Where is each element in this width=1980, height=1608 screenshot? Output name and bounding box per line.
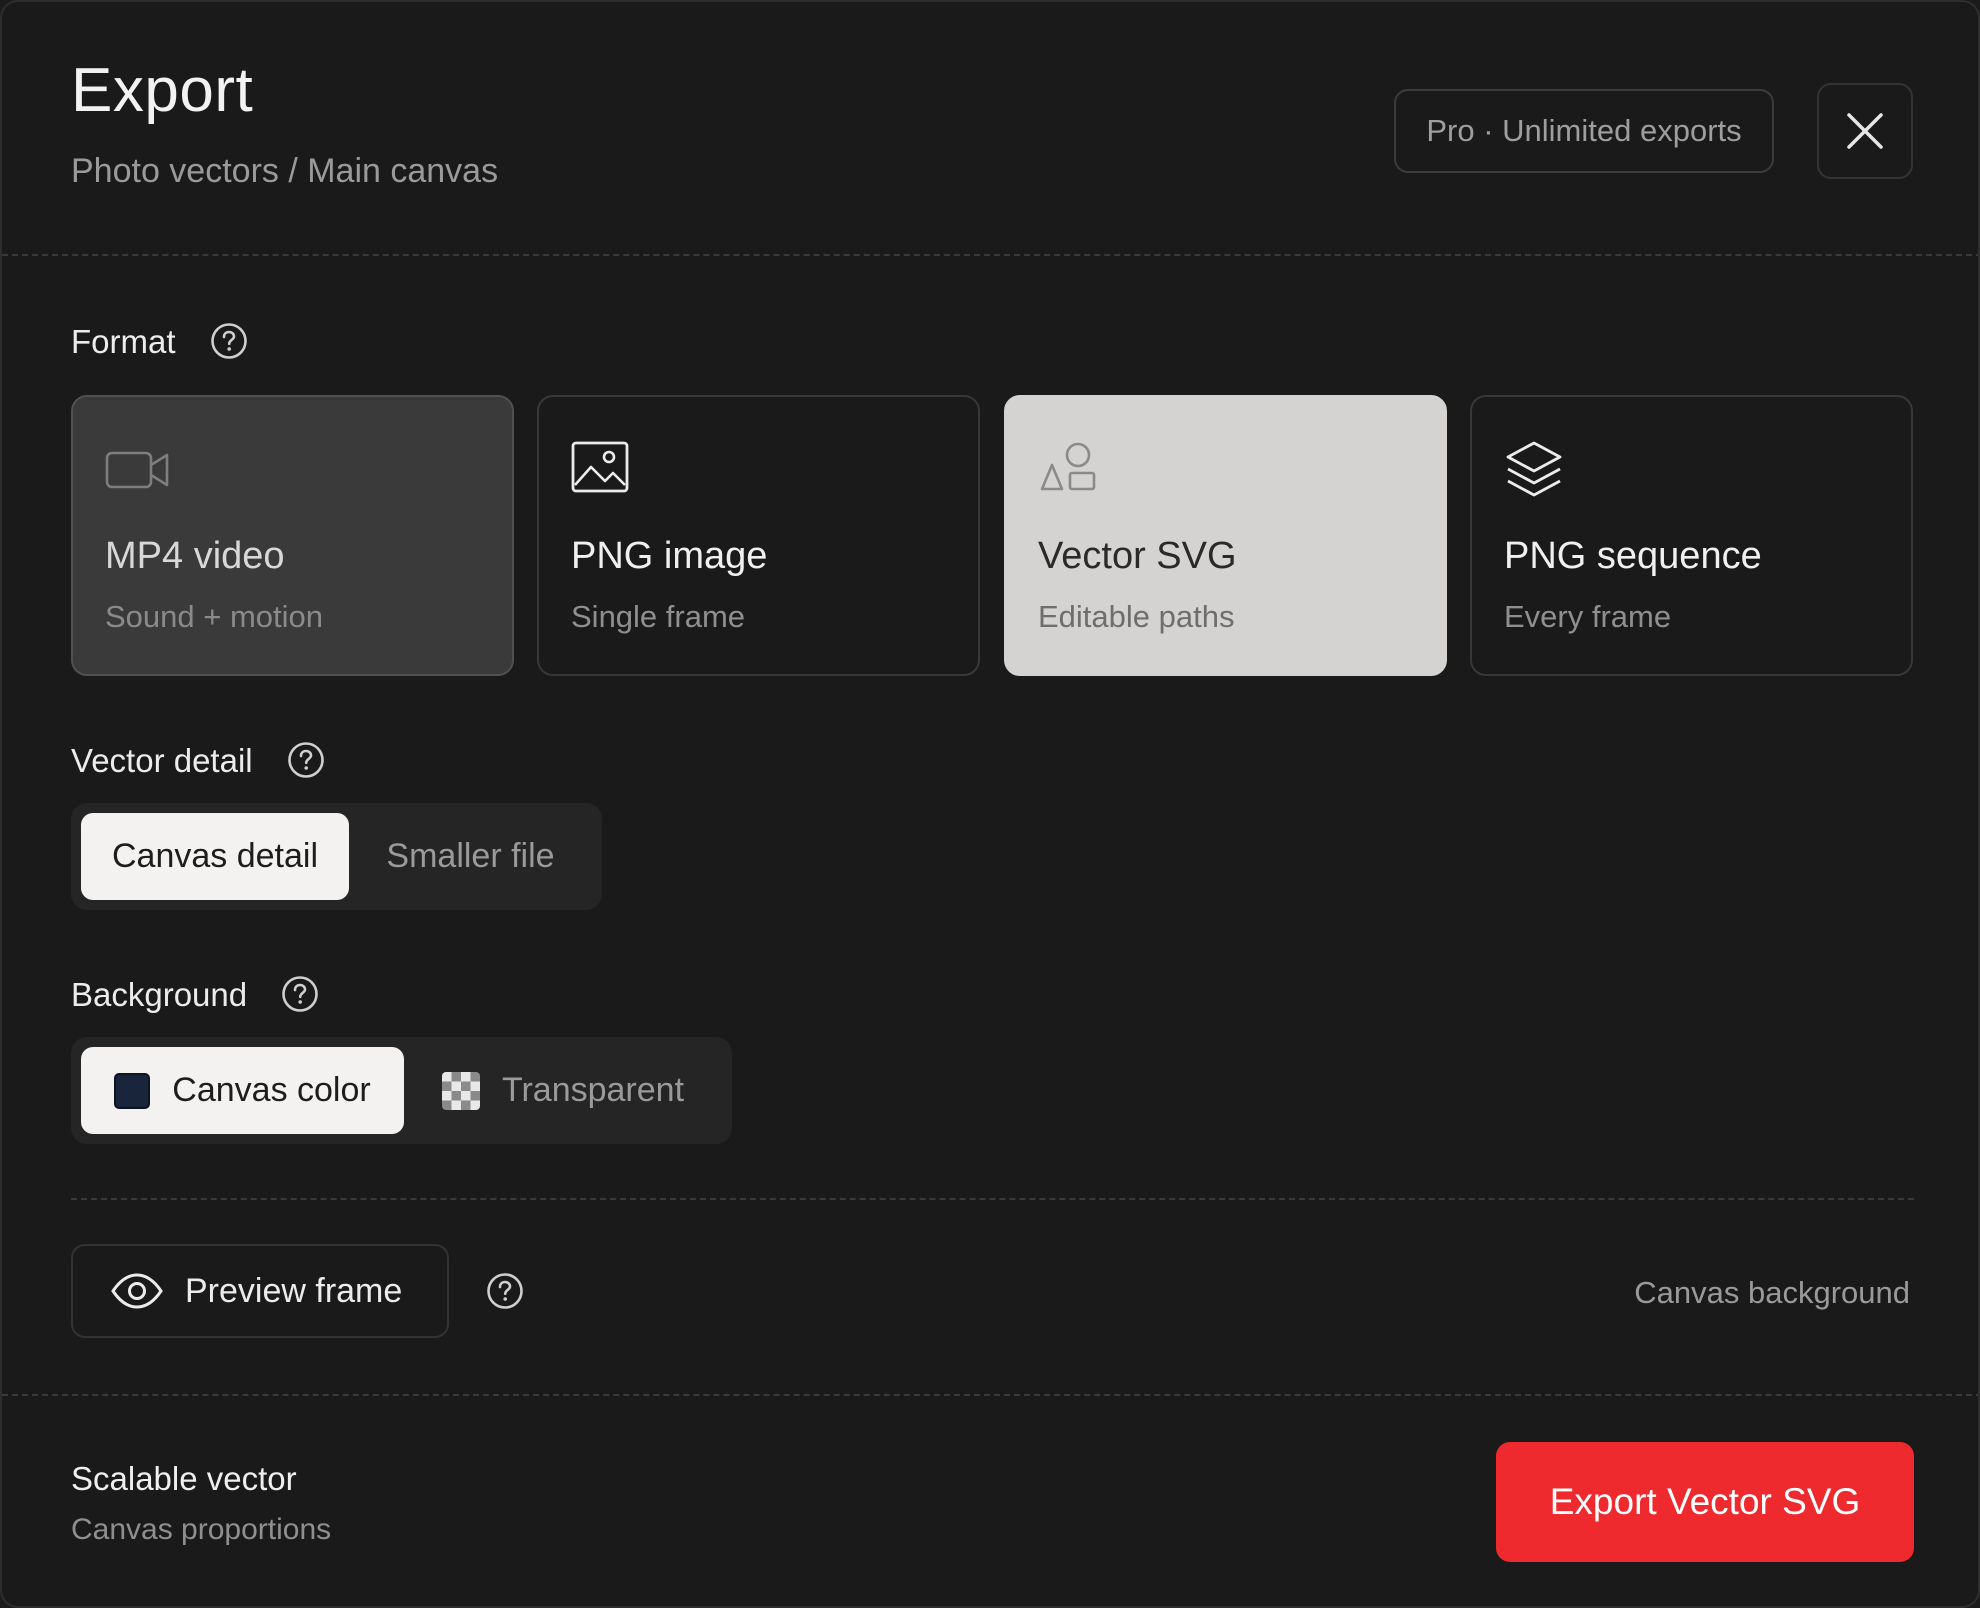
format-option-subtitle: Editable paths xyxy=(1038,599,1235,634)
breadcrumb: Photo vectors / Main canvas xyxy=(71,152,499,190)
preview-frame-label: Preview frame xyxy=(185,1271,403,1310)
header-divider xyxy=(2,254,1978,256)
footer-subtitle: Canvas proportions xyxy=(71,1513,332,1546)
format-label: Format xyxy=(71,322,176,360)
vector-detail-segmented-control: Canvas detail Smaller file xyxy=(71,803,602,910)
background-label: Background xyxy=(71,975,248,1013)
vector-detail-option-canvas-detail[interactable]: Canvas detail xyxy=(81,813,349,900)
format-option-png[interactable]: PNG image Single frame xyxy=(537,395,980,676)
vector-detail-option-smaller-file[interactable]: Smaller file xyxy=(349,813,592,900)
background-segmented-control: Canvas color Transparent xyxy=(71,1037,732,1144)
close-icon xyxy=(1847,113,1883,149)
close-button[interactable] xyxy=(1817,83,1913,179)
help-icon[interactable] xyxy=(287,741,325,779)
help-icon[interactable] xyxy=(281,975,319,1013)
background-option-label: Canvas color xyxy=(172,1071,371,1109)
format-option-svg[interactable]: Vector SVG Editable paths xyxy=(1004,395,1447,676)
format-option-subtitle: Sound + motion xyxy=(105,599,324,634)
plan-badge: Pro · Unlimited exports xyxy=(1394,89,1774,173)
background-option-canvas-color[interactable]: Canvas color xyxy=(81,1047,404,1134)
help-icon[interactable] xyxy=(486,1272,524,1310)
format-option-subtitle: Single frame xyxy=(571,599,746,634)
background-option-label: Transparent xyxy=(501,1071,685,1109)
background-option-transparent[interactable]: Transparent xyxy=(404,1047,722,1134)
canvas-color-swatch xyxy=(114,1072,151,1109)
format-option-title: Vector SVG xyxy=(1038,535,1237,577)
export-dialog: Export Photo vectors / Main canvas Pro ·… xyxy=(0,0,1980,1608)
vector-detail-label: Vector detail xyxy=(71,741,253,779)
video-camera-icon xyxy=(105,451,169,489)
format-option-title: MP4 video xyxy=(105,535,285,577)
format-option-mp4[interactable]: MP4 video Sound + motion xyxy=(71,395,514,676)
format-section-label: Format xyxy=(71,322,248,360)
eye-icon xyxy=(111,1273,163,1309)
dialog-title: Export xyxy=(71,56,254,125)
background-note: Canvas background xyxy=(1634,1275,1910,1310)
transparent-checker-icon xyxy=(441,1071,480,1110)
export-button[interactable]: Export Vector SVG xyxy=(1496,1442,1914,1562)
help-icon[interactable] xyxy=(210,322,248,360)
format-option-subtitle: Every frame xyxy=(1504,599,1672,634)
format-option-title: PNG image xyxy=(571,535,768,577)
background-section-label: Background xyxy=(71,975,319,1013)
format-option-png-sequence[interactable]: PNG sequence Every frame xyxy=(1470,395,1913,676)
layers-icon xyxy=(1506,441,1562,497)
preview-frame-button[interactable]: Preview frame xyxy=(71,1244,449,1338)
vector-detail-section-label: Vector detail xyxy=(71,741,325,779)
format-option-title: PNG sequence xyxy=(1504,535,1762,577)
footer-divider xyxy=(2,1394,1978,1396)
shapes-icon xyxy=(1040,442,1096,491)
footer-title: Scalable vector xyxy=(71,1460,297,1497)
section-divider xyxy=(71,1198,1914,1200)
image-icon xyxy=(571,441,629,493)
